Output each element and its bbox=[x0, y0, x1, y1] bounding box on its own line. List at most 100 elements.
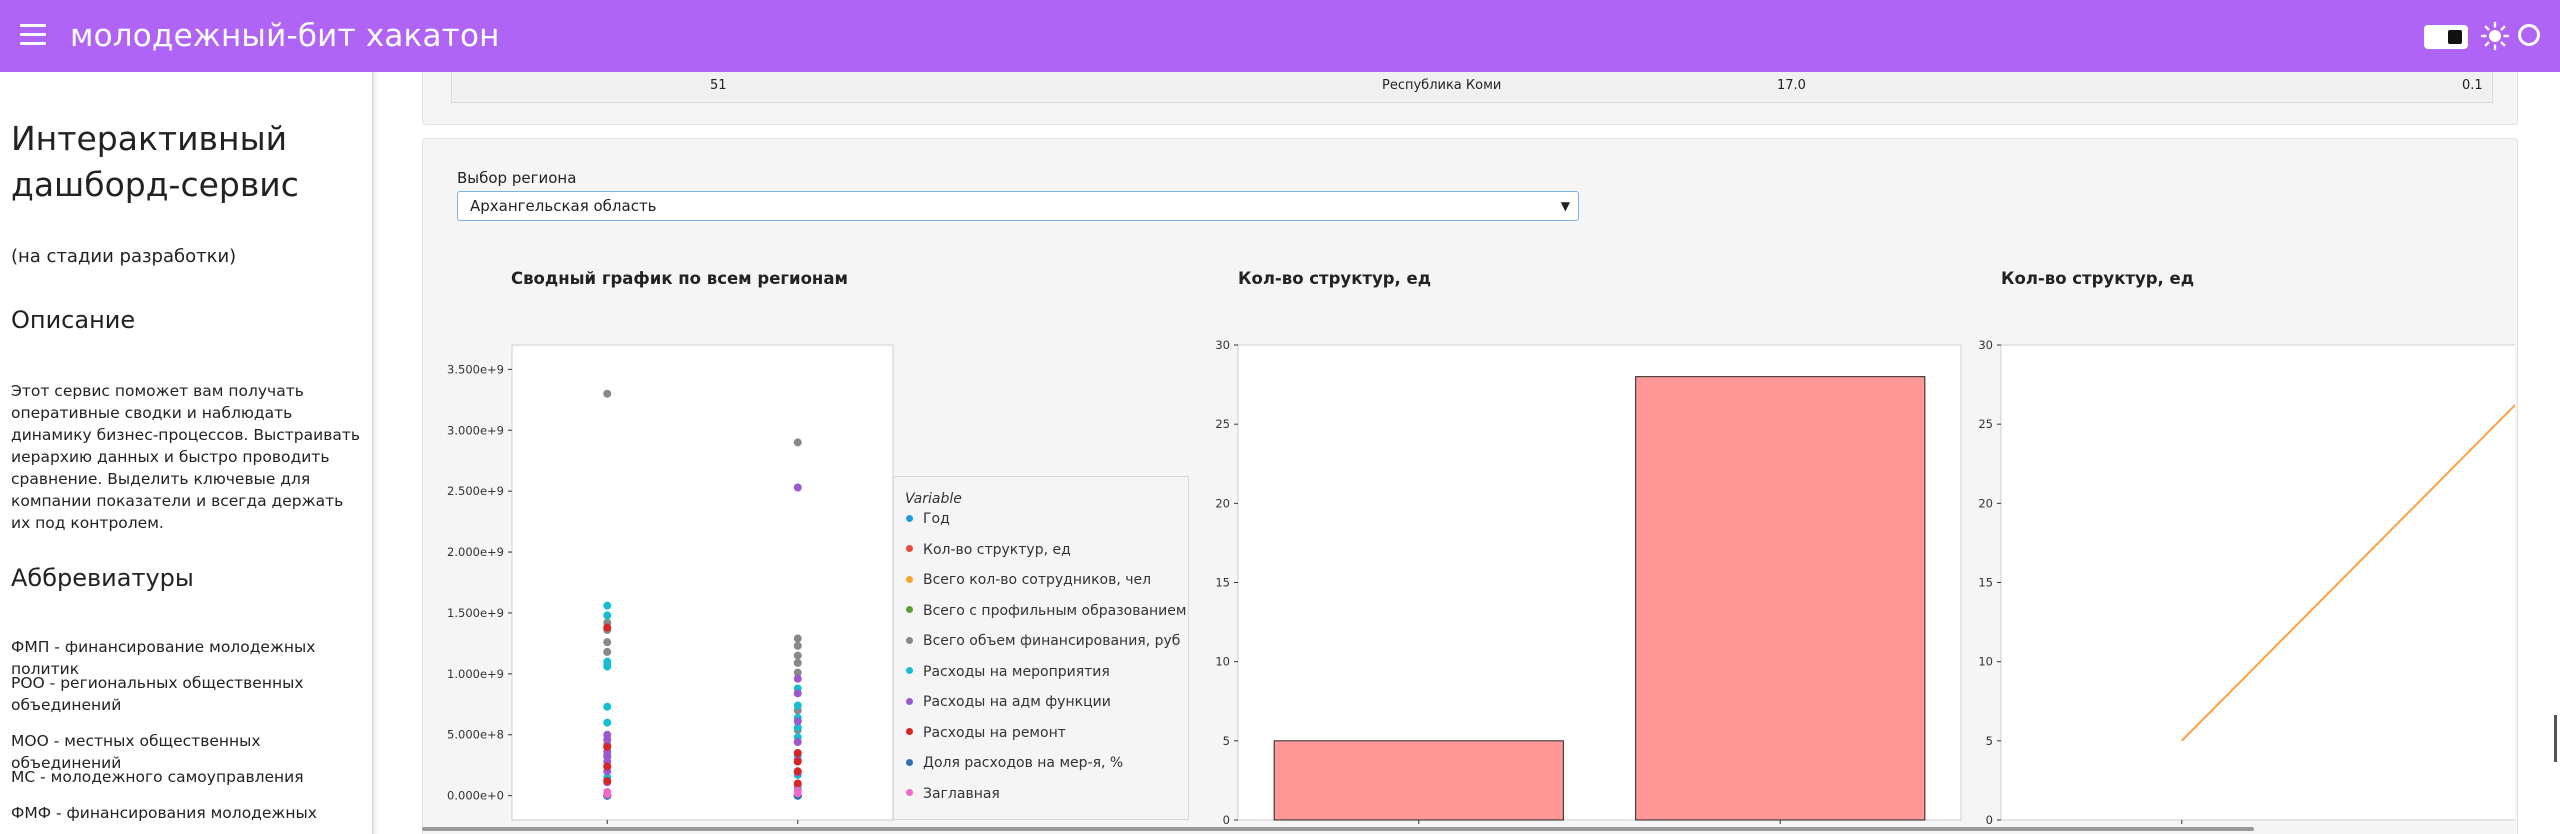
scatter-point bbox=[793, 701, 802, 710]
sidebar-title: Интерактивный дашборд-сервис bbox=[11, 119, 299, 204]
bar bbox=[1273, 740, 1564, 821]
scatter-point bbox=[793, 749, 802, 758]
scatter-point bbox=[793, 674, 802, 683]
y-tick-label: 10 bbox=[1978, 655, 1993, 669]
y-tick-label: 1.500e+9 bbox=[447, 606, 504, 620]
y-tick-label: 0.000e+0 bbox=[447, 789, 504, 803]
legend-label: Кол-во структур, ед bbox=[923, 541, 1071, 558]
scatter-point bbox=[603, 735, 612, 744]
legend-marker bbox=[906, 758, 913, 766]
legend-marker bbox=[906, 697, 913, 705]
scatter-point bbox=[793, 634, 802, 643]
legend-label: Расходы на адм функции bbox=[923, 694, 1111, 710]
legend-item[interactable]: Всего объем финансирования, руб bbox=[906, 633, 1180, 649]
y-tick-label: 3.000e+9 bbox=[447, 423, 504, 437]
table-cell: 51 bbox=[710, 78, 727, 93]
y-tick-label: 2.000e+9 bbox=[447, 545, 504, 559]
chevron-down-icon: ▼ bbox=[1560, 199, 1570, 213]
legend-title: Variable bbox=[905, 491, 962, 507]
region-select-value: Архангельская область bbox=[470, 197, 657, 215]
scatter-point bbox=[603, 611, 612, 620]
region-select[interactable]: Архангельская область ▼ bbox=[457, 191, 1579, 221]
y-tick-label: 5.000e+8 bbox=[447, 728, 504, 742]
charts-panel: Выбор региона Архангельская область ▼ Св… bbox=[422, 138, 2518, 834]
charts-svg: 0.000e+0 5.000e+8 1.000e+9 1.500e+9 2.000e+9… bbox=[447, 338, 2515, 827]
sidebar-subtitle: (на стадии разработки) bbox=[11, 246, 237, 267]
sun-icon[interactable] bbox=[2480, 21, 2510, 51]
y-tick-label: 0 bbox=[1223, 813, 1230, 827]
y-tick-label: 2.500e+9 bbox=[447, 484, 504, 498]
description-text: Этот сервис поможет вам получать операти… bbox=[11, 382, 360, 532]
y-tick-label: 20 bbox=[1978, 496, 1993, 510]
scatter-point bbox=[793, 651, 802, 660]
app-header: молодежный-бит хакатон bbox=[0, 0, 2560, 72]
y-tick-label: 25 bbox=[1978, 417, 1993, 431]
legend-marker bbox=[906, 575, 913, 583]
scatter-point bbox=[603, 638, 612, 647]
vertical-scrollbar[interactable] bbox=[2554, 715, 2557, 762]
legend-marker bbox=[906, 606, 913, 613]
y-tick-label: 30 bbox=[1215, 338, 1230, 352]
legend-label: Доля расходов на мер-я, % bbox=[923, 755, 1124, 771]
legend-item[interactable]: Заглавная bbox=[906, 786, 1000, 802]
y-tick-label: 30 bbox=[1978, 338, 1993, 352]
legend-item[interactable]: Расходы на адм функции bbox=[906, 694, 1111, 710]
scatter-point bbox=[793, 767, 802, 776]
scatter-point bbox=[603, 702, 612, 711]
horizontal-scrollbar[interactable] bbox=[422, 827, 2254, 831]
y-tick-label: 3.500e+9 bbox=[447, 362, 504, 376]
scatter-point bbox=[793, 779, 802, 788]
table-cell: 0.1 bbox=[2462, 78, 2483, 93]
y-tick-label: 1.000e+9 bbox=[447, 667, 504, 681]
data-table-card: 51 Республика Коми 17.0 0.1 bbox=[422, 72, 2518, 125]
legend-label: Заглавная bbox=[923, 785, 1000, 802]
y-tick-label: 0 bbox=[1986, 813, 1993, 827]
legend-item[interactable]: Всего с профильным образованием bbox=[906, 603, 1186, 619]
hamburger-menu-icon[interactable] bbox=[20, 24, 46, 46]
legend-item[interactable]: Расходы на мероприятия bbox=[906, 664, 1110, 680]
y-tick-label: 5 bbox=[1986, 734, 1993, 748]
abbreviation-item: ФМФ - финансирования молодежных bbox=[11, 804, 317, 822]
scatter-point bbox=[793, 658, 802, 667]
region-select-label: Выбор региона bbox=[457, 169, 577, 187]
theme-toggle[interactable] bbox=[2424, 25, 2468, 49]
legend-marker bbox=[906, 667, 913, 674]
y-tick-label: 10 bbox=[1215, 655, 1230, 669]
scatter-point bbox=[603, 762, 612, 771]
description-heading: Описание bbox=[11, 306, 136, 334]
scatter-point bbox=[793, 789, 802, 798]
scatter-point bbox=[793, 738, 802, 747]
scatter-legend: Variable Год Кол-во структур, ед Всего кол… bbox=[893, 476, 1189, 820]
line-plot-area bbox=[2000, 344, 2515, 821]
scatter-point bbox=[603, 647, 612, 656]
circle-icon[interactable] bbox=[2518, 24, 2540, 46]
scatter-point bbox=[793, 641, 802, 650]
scatter-point bbox=[603, 790, 612, 799]
legend-item[interactable]: Год bbox=[906, 511, 950, 527]
scatter-point bbox=[603, 742, 612, 751]
legend-item[interactable]: Расходы на ремонт bbox=[906, 725, 1066, 741]
legend-marker bbox=[906, 636, 913, 644]
legend-item[interactable]: Доля расходов на мер-я, % bbox=[906, 755, 1123, 771]
scatter-point bbox=[603, 718, 612, 727]
app-title: молодежный-бит хакатон bbox=[70, 18, 500, 54]
y-tick-label: 15 bbox=[1978, 576, 1993, 590]
legend-item[interactable]: Кол-во структур, ед bbox=[906, 542, 1071, 558]
scatter-point bbox=[603, 389, 612, 398]
legend-marker bbox=[906, 728, 913, 735]
legend-label: Год bbox=[923, 511, 950, 527]
legend-label: Всего с профильным образованием bbox=[923, 602, 1187, 619]
legend-item[interactable]: Всего кол-во сотрудников, чел bbox=[906, 572, 1151, 588]
table-cell: 17.0 bbox=[1777, 78, 1806, 93]
sidebar: Интерактивный дашборд-сервис (на стадии … bbox=[0, 72, 373, 834]
legend-marker bbox=[906, 789, 913, 796]
y-tick-label: 20 bbox=[1215, 496, 1230, 510]
table-cell: Республика Коми bbox=[1382, 78, 1502, 93]
scatter-point bbox=[793, 483, 802, 492]
table-row: 51 Республика Коми 17.0 0.1 bbox=[451, 72, 2493, 103]
legend-label: Расходы на ремонт bbox=[923, 724, 1066, 741]
scatter-point bbox=[793, 717, 802, 726]
scatter-point bbox=[603, 601, 612, 610]
legend-label: Расходы на мероприятия bbox=[923, 663, 1110, 680]
abbreviation-item: РОО - региональных общественных объедине… bbox=[11, 674, 304, 714]
